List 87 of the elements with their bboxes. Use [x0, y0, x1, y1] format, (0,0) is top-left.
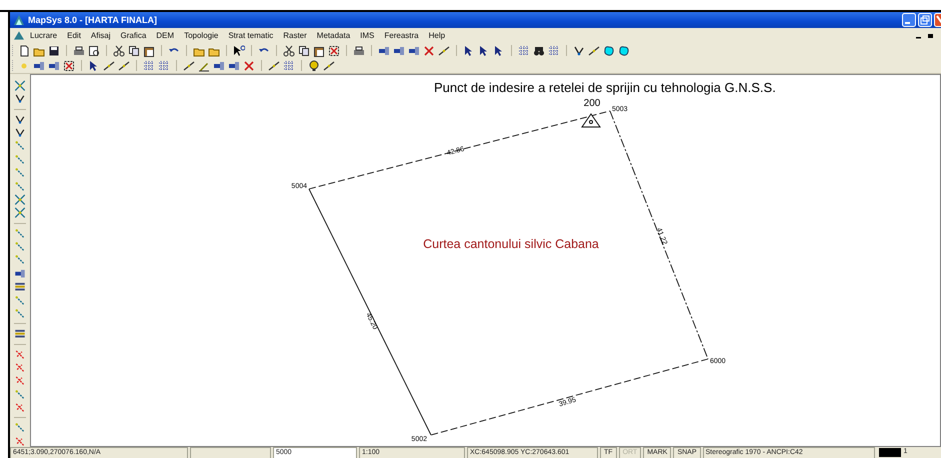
- scissors-icon[interactable]: [283, 44, 295, 56]
- clipboard-icon[interactable]: [313, 44, 325, 56]
- page-icon[interactable]: [18, 44, 30, 56]
- segment-icon[interactable]: [14, 362, 26, 374]
- vertex-icon[interactable]: [14, 127, 26, 138]
- menu-item[interactable]: Raster: [283, 31, 307, 40]
- preview-icon[interactable]: [88, 44, 100, 56]
- point-number: 200: [584, 98, 600, 109]
- segment-icon[interactable]: [14, 180, 26, 192]
- grid-icon[interactable]: [548, 44, 560, 56]
- layers-icon[interactable]: [14, 328, 26, 340]
- segment-icon[interactable]: [14, 254, 26, 266]
- line-tool-icon[interactable]: [268, 60, 280, 72]
- segment-icon[interactable]: [14, 402, 26, 414]
- menu-item[interactable]: Help: [428, 31, 446, 40]
- segment-icon[interactable]: [14, 228, 26, 240]
- binoculars-icon[interactable]: [533, 44, 545, 56]
- line-tool-icon[interactable]: [323, 60, 335, 72]
- menu-item[interactable]: IMS: [360, 31, 374, 40]
- cross-icon[interactable]: [243, 60, 255, 72]
- line-tool-icon[interactable]: [588, 44, 600, 56]
- cross-icon[interactable]: [423, 44, 435, 56]
- segment-icon[interactable]: [14, 140, 26, 152]
- parcel-label: Curtea cantonului silvic Cabana: [423, 237, 599, 251]
- line-tool-icon[interactable]: [183, 60, 195, 72]
- menu-item[interactable]: Topologie: [184, 31, 218, 40]
- menu-item[interactable]: Edit: [67, 31, 81, 40]
- grid-icon[interactable]: [143, 60, 155, 72]
- clipboard-icon[interactable]: [143, 44, 155, 56]
- help-icon[interactable]: [233, 44, 245, 56]
- bulb-icon[interactable]: [308, 60, 320, 72]
- line-tool-icon[interactable]: [103, 60, 115, 72]
- grid-icon[interactable]: [283, 60, 295, 72]
- app-logo-icon: [13, 14, 25, 26]
- cross-icon[interactable]: [328, 44, 340, 56]
- node-icon[interactable]: [33, 60, 45, 72]
- line-tool-icon[interactable]: [118, 60, 130, 72]
- menu-item[interactable]: Afisaj: [90, 31, 110, 40]
- segment-icon[interactable]: [14, 294, 26, 306]
- node-icon[interactable]: [213, 60, 225, 72]
- layers-icon[interactable]: [14, 281, 26, 293]
- line-tool-icon[interactable]: [438, 44, 450, 56]
- printer-icon[interactable]: [353, 44, 365, 56]
- color-swatch[interactable]: [878, 448, 901, 456]
- node-icon[interactable]: [48, 60, 60, 72]
- survey-point-icon: [581, 113, 601, 128]
- segment-icon[interactable]: [14, 436, 26, 448]
- segment-icon[interactable]: [14, 167, 26, 179]
- menu-item[interactable]: Metadata: [316, 31, 350, 40]
- segment-icon[interactable]: [14, 422, 26, 434]
- vertex-icon[interactable]: [573, 44, 585, 56]
- cross-icon[interactable]: [63, 60, 75, 72]
- segment-icon[interactable]: [14, 388, 26, 400]
- node-icon[interactable]: [14, 268, 26, 280]
- menu-item[interactable]: DEM: [156, 31, 174, 40]
- node-icon[interactable]: [378, 44, 390, 56]
- segment-icon[interactable]: [14, 308, 26, 320]
- restore-icon[interactable]: [927, 32, 933, 38]
- grid-icon[interactable]: [158, 60, 170, 72]
- intersection-icon[interactable]: [14, 207, 26, 219]
- printer-icon[interactable]: [73, 44, 85, 56]
- window-title: MapSys 8.0 - [HARTA FINALA]: [28, 15, 158, 25]
- menu-item[interactable]: Grafica: [120, 31, 146, 40]
- node-icon[interactable]: [228, 60, 240, 72]
- node-icon[interactable]: [393, 44, 405, 56]
- intersection-icon[interactable]: [14, 194, 26, 206]
- segment-icon[interactable]: [14, 154, 26, 166]
- segment-icon[interactable]: [14, 348, 26, 360]
- polygon-icon[interactable]: [618, 44, 630, 56]
- vertex-icon[interactable]: [14, 114, 26, 126]
- polygon-icon[interactable]: [603, 44, 615, 56]
- intersection-icon[interactable]: [14, 80, 26, 92]
- scissors-icon[interactable]: [113, 44, 125, 56]
- vertex-icon[interactable]: [14, 93, 26, 105]
- app-logo-icon: [14, 31, 24, 40]
- menu-item[interactable]: Strat tematic: [228, 31, 274, 40]
- copy-icon[interactable]: [128, 44, 140, 56]
- maximize-icon[interactable]: [918, 13, 932, 27]
- copy-icon[interactable]: [298, 44, 310, 56]
- menu-item[interactable]: Lucrare: [30, 31, 58, 40]
- segment-icon[interactable]: [14, 241, 26, 252]
- node-icon[interactable]: [408, 44, 420, 56]
- close-icon[interactable]: [934, 13, 941, 27]
- segment-icon[interactable]: [14, 375, 26, 387]
- grid-icon[interactable]: [518, 44, 530, 56]
- map-title: Punct de indesire a retelei de sprijin cu tehnologia G.N.S.S.: [434, 80, 776, 95]
- menu-item[interactable]: Fereastra: [384, 31, 419, 40]
